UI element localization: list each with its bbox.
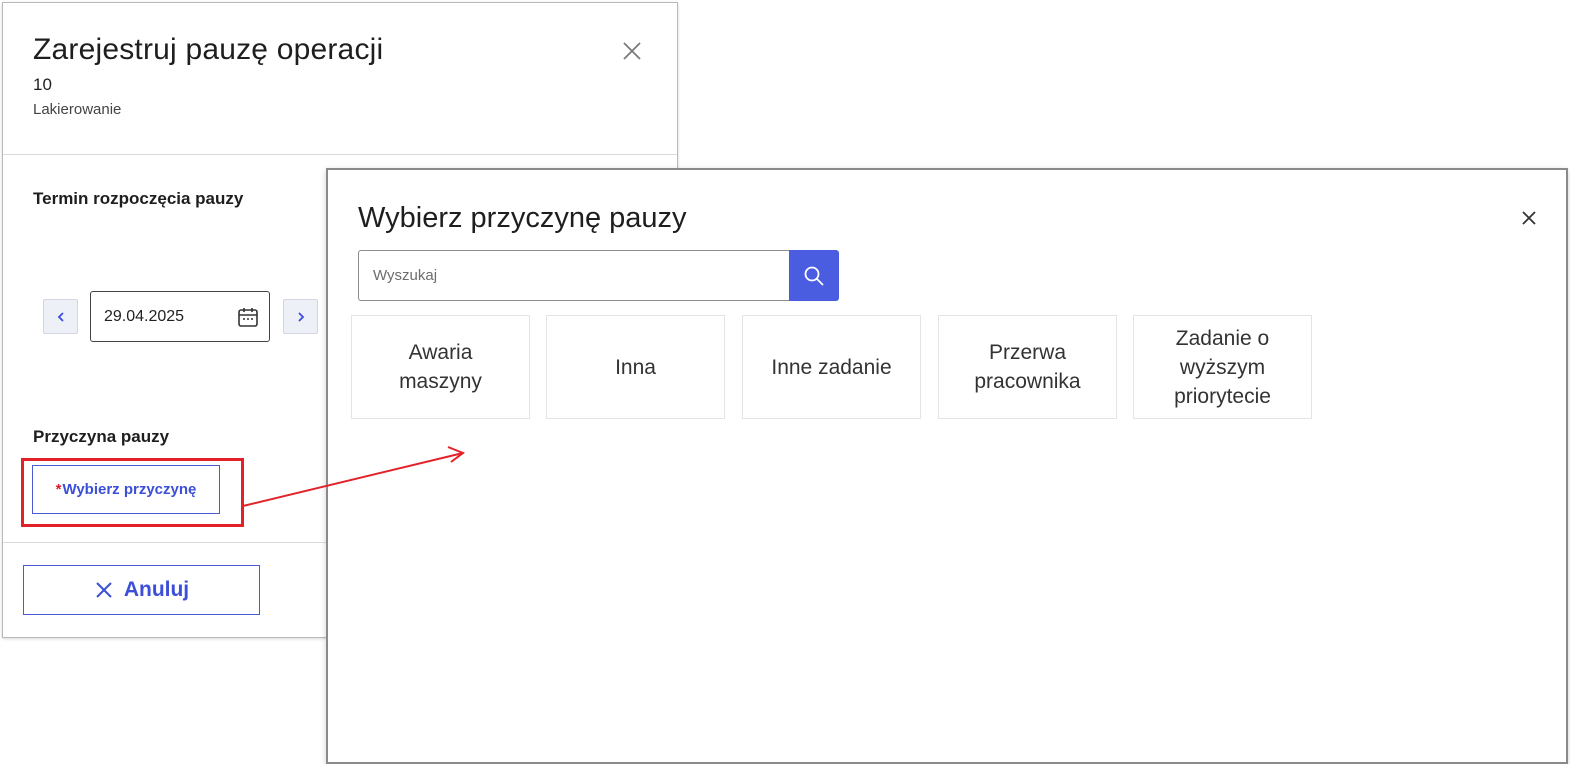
cancel-label: Anuluj	[123, 578, 190, 601]
pause-reason-label: Przyczyna pauzy	[33, 427, 170, 446]
x-icon	[96, 582, 112, 598]
chevron-right-icon	[297, 311, 304, 322]
reason-tile-other-task[interactable]: Inne zadanie	[742, 315, 921, 419]
reason-tile-other[interactable]: Inna	[546, 315, 725, 419]
reason-tile-higher-priority-task[interactable]: Zadanie o wyższym priorytecie	[1133, 315, 1312, 419]
calendar-icon[interactable]	[237, 306, 259, 328]
divider	[3, 154, 677, 155]
close-icon[interactable]	[619, 38, 645, 64]
reason-tile-worker-break[interactable]: Przerwa pracownika	[938, 315, 1117, 419]
date-value[interactable]: 29.04.2025	[104, 308, 184, 326]
search-icon	[804, 266, 824, 286]
search-input[interactable]	[358, 250, 790, 301]
dialog-title: Zarejestruj pauzę operacji	[33, 33, 384, 66]
pause-start-date-field[interactable]: 29.04.2025	[90, 291, 270, 342]
close-icon[interactable]	[1520, 209, 1538, 227]
dialog-title: Wybierz przyczynę pauzy	[358, 202, 687, 234]
operation-number: 10	[33, 75, 52, 94]
search-button[interactable]	[789, 250, 839, 301]
pause-start-label: Termin rozpoczęcia pauzy	[33, 189, 244, 208]
chevron-left-icon	[57, 311, 64, 322]
choose-reason-dialog: Wybierz przyczynę pauzy Awaria maszyny I…	[326, 168, 1568, 764]
annotation-highlight-box	[21, 458, 244, 527]
operation-name: Lakierowanie	[33, 101, 122, 118]
previous-day-button[interactable]	[43, 299, 78, 334]
next-day-button[interactable]	[283, 299, 318, 334]
reason-tile-machine-failure[interactable]: Awaria maszyny	[351, 315, 530, 419]
cancel-button[interactable]: Anuluj	[23, 565, 260, 615]
